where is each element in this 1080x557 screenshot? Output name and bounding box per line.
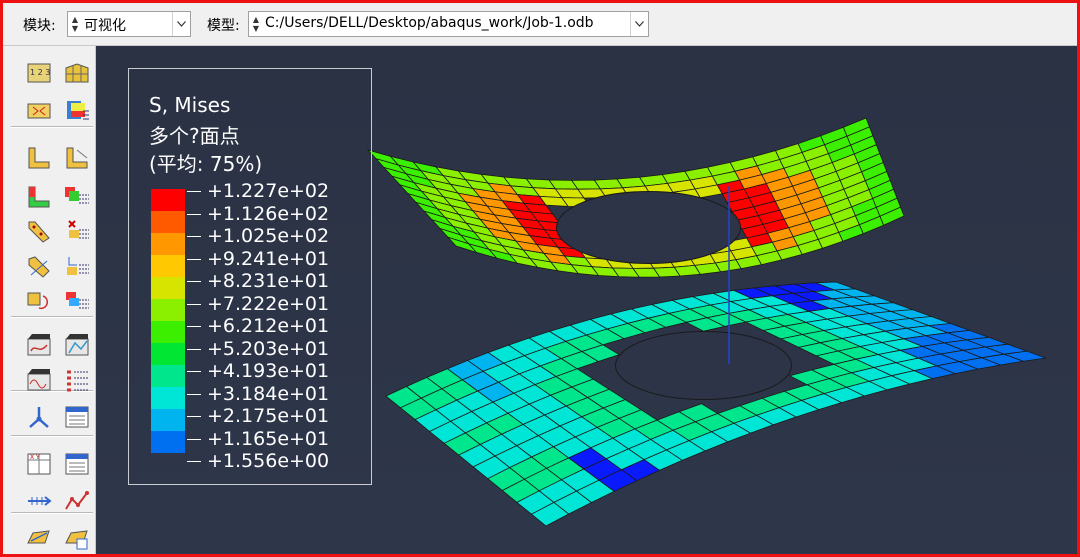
legend-swatch bbox=[151, 299, 185, 321]
contour-options-icon[interactable] bbox=[25, 218, 53, 246]
legend-value: +1.556e+00 bbox=[187, 450, 329, 473]
xy-plot-icon[interactable] bbox=[63, 487, 91, 515]
plot-material-orientation-icon[interactable] bbox=[25, 144, 53, 172]
legend-swatch bbox=[151, 189, 185, 211]
view-cut-manager-icon[interactable] bbox=[63, 525, 91, 553]
create-display-group-icon[interactable] bbox=[25, 403, 53, 431]
legend-swatch bbox=[151, 321, 185, 343]
legend-value: +7.222e+01 bbox=[187, 293, 329, 316]
lower-plate-mesh bbox=[385, 281, 1047, 527]
toolbox-separator bbox=[11, 435, 93, 437]
module-select-value: 可视化 bbox=[84, 18, 126, 34]
legend-value: +4.193e+01 bbox=[187, 360, 329, 383]
legend-value: +8.231e+01 bbox=[187, 270, 329, 293]
legend-values: +1.227e+02 +1.126e+02 +1.025e+02 +9.241e+01… bbox=[187, 180, 329, 473]
model-select[interactable]: ▲ ▼ C:/Users/DELL/Desktop/abaqus_work/Job… bbox=[248, 11, 649, 37]
legend-value: +1.025e+02 bbox=[187, 225, 329, 248]
chevron-down-icon[interactable] bbox=[630, 12, 648, 36]
symbol-options-stack-icon[interactable] bbox=[63, 253, 91, 281]
model-label: 模型: bbox=[207, 18, 240, 34]
legend-swatch bbox=[151, 343, 185, 365]
legend-average: (平均: 75%) bbox=[149, 152, 263, 176]
allow-multiple-plot-states-icon[interactable] bbox=[25, 183, 53, 211]
svg-text:1 2 3: 1 2 3 bbox=[30, 68, 50, 77]
plot-undeformed-icon[interactable]: 1 2 3 bbox=[25, 60, 53, 88]
contour-options-stack-icon[interactable] bbox=[63, 218, 91, 246]
common-options-icon[interactable] bbox=[63, 144, 91, 172]
plot-deformed-icon[interactable] bbox=[63, 60, 91, 88]
legend-value: +1.126e+02 bbox=[187, 203, 329, 226]
orientation-options-stack-icon[interactable] bbox=[63, 288, 91, 316]
abaqus-window: 模块: ▲ ▼ 可视化 模型: ▲ ▼ C:/Users/DELL/Desktop/… bbox=[0, 0, 1080, 557]
svg-text:X Y: X Y bbox=[30, 454, 40, 461]
module-select[interactable]: ▲ ▼ 可视化 bbox=[67, 11, 191, 37]
context-toolbar: 模块: ▲ ▼ 可视化 模型: ▲ ▼ C:/Users/DELL/Desktop/… bbox=[3, 3, 1077, 46]
graphics-viewport[interactable]: S, Mises 多个?面点 (平均: 75%) +1.227e+02 +1.12… bbox=[96, 46, 1077, 554]
toolbox: 1 2 3 X Y bbox=[3, 46, 96, 554]
legend-value: +3.184e+01 bbox=[187, 383, 329, 406]
legend-color-bar bbox=[151, 189, 185, 453]
toolbox-separator bbox=[11, 126, 93, 128]
plot-contours-icon[interactable] bbox=[25, 97, 53, 125]
display-group-manager-icon[interactable] bbox=[63, 403, 91, 431]
chevron-down-icon[interactable] bbox=[172, 12, 190, 36]
module-spin-icon[interactable]: ▲ ▼ bbox=[70, 15, 80, 33]
contour-legend: S, Mises 多个?面点 (平均: 75%) +1.227e+02 +1.12… bbox=[128, 68, 372, 485]
legend-value: +1.227e+02 bbox=[187, 180, 329, 203]
legend-value: +9.241e+01 bbox=[187, 248, 329, 271]
legend-swatch bbox=[151, 277, 185, 299]
module-label: 模块: bbox=[23, 18, 56, 34]
plot-symbols-icon[interactable] bbox=[63, 97, 91, 125]
legend-swatch bbox=[151, 387, 185, 409]
animate-time-history-icon[interactable] bbox=[63, 331, 91, 359]
animate-harmonic-icon[interactable] bbox=[25, 366, 53, 394]
symbol-options-icon[interactable] bbox=[25, 253, 53, 281]
model-select-value: C:/Users/DELL/Desktop/abaqus_work/Job-1.… bbox=[265, 15, 594, 31]
animation-options-icon[interactable] bbox=[63, 366, 91, 394]
superimpose-options-icon[interactable] bbox=[63, 183, 91, 211]
animate-scale-factor-icon[interactable] bbox=[25, 331, 53, 359]
upper-plate-mesh bbox=[366, 117, 905, 278]
view-cut-icon[interactable] bbox=[25, 525, 53, 553]
legend-swatch bbox=[151, 211, 185, 233]
legend-swatch bbox=[151, 255, 185, 277]
legend-swatch bbox=[151, 233, 185, 255]
xy-data-manager-icon[interactable] bbox=[63, 450, 91, 478]
legend-value: +5.203e+01 bbox=[187, 338, 329, 361]
legend-subtitle: 多个?面点 bbox=[149, 124, 240, 148]
model-spin-icon[interactable]: ▲ ▼ bbox=[251, 15, 261, 33]
legend-swatch bbox=[151, 431, 185, 453]
toolbox-separator bbox=[11, 316, 93, 318]
legend-value: +1.165e+01 bbox=[187, 428, 329, 451]
legend-value: +6.212e+01 bbox=[187, 315, 329, 338]
xy-data-create-icon[interactable]: X Y bbox=[25, 450, 53, 478]
legend-value: +2.175e+01 bbox=[187, 405, 329, 428]
legend-swatch bbox=[151, 409, 185, 431]
orientation-options-icon[interactable] bbox=[25, 288, 53, 316]
create-path-icon[interactable] bbox=[25, 487, 53, 515]
legend-swatch bbox=[151, 365, 185, 387]
legend-title: S, Mises bbox=[149, 93, 231, 117]
